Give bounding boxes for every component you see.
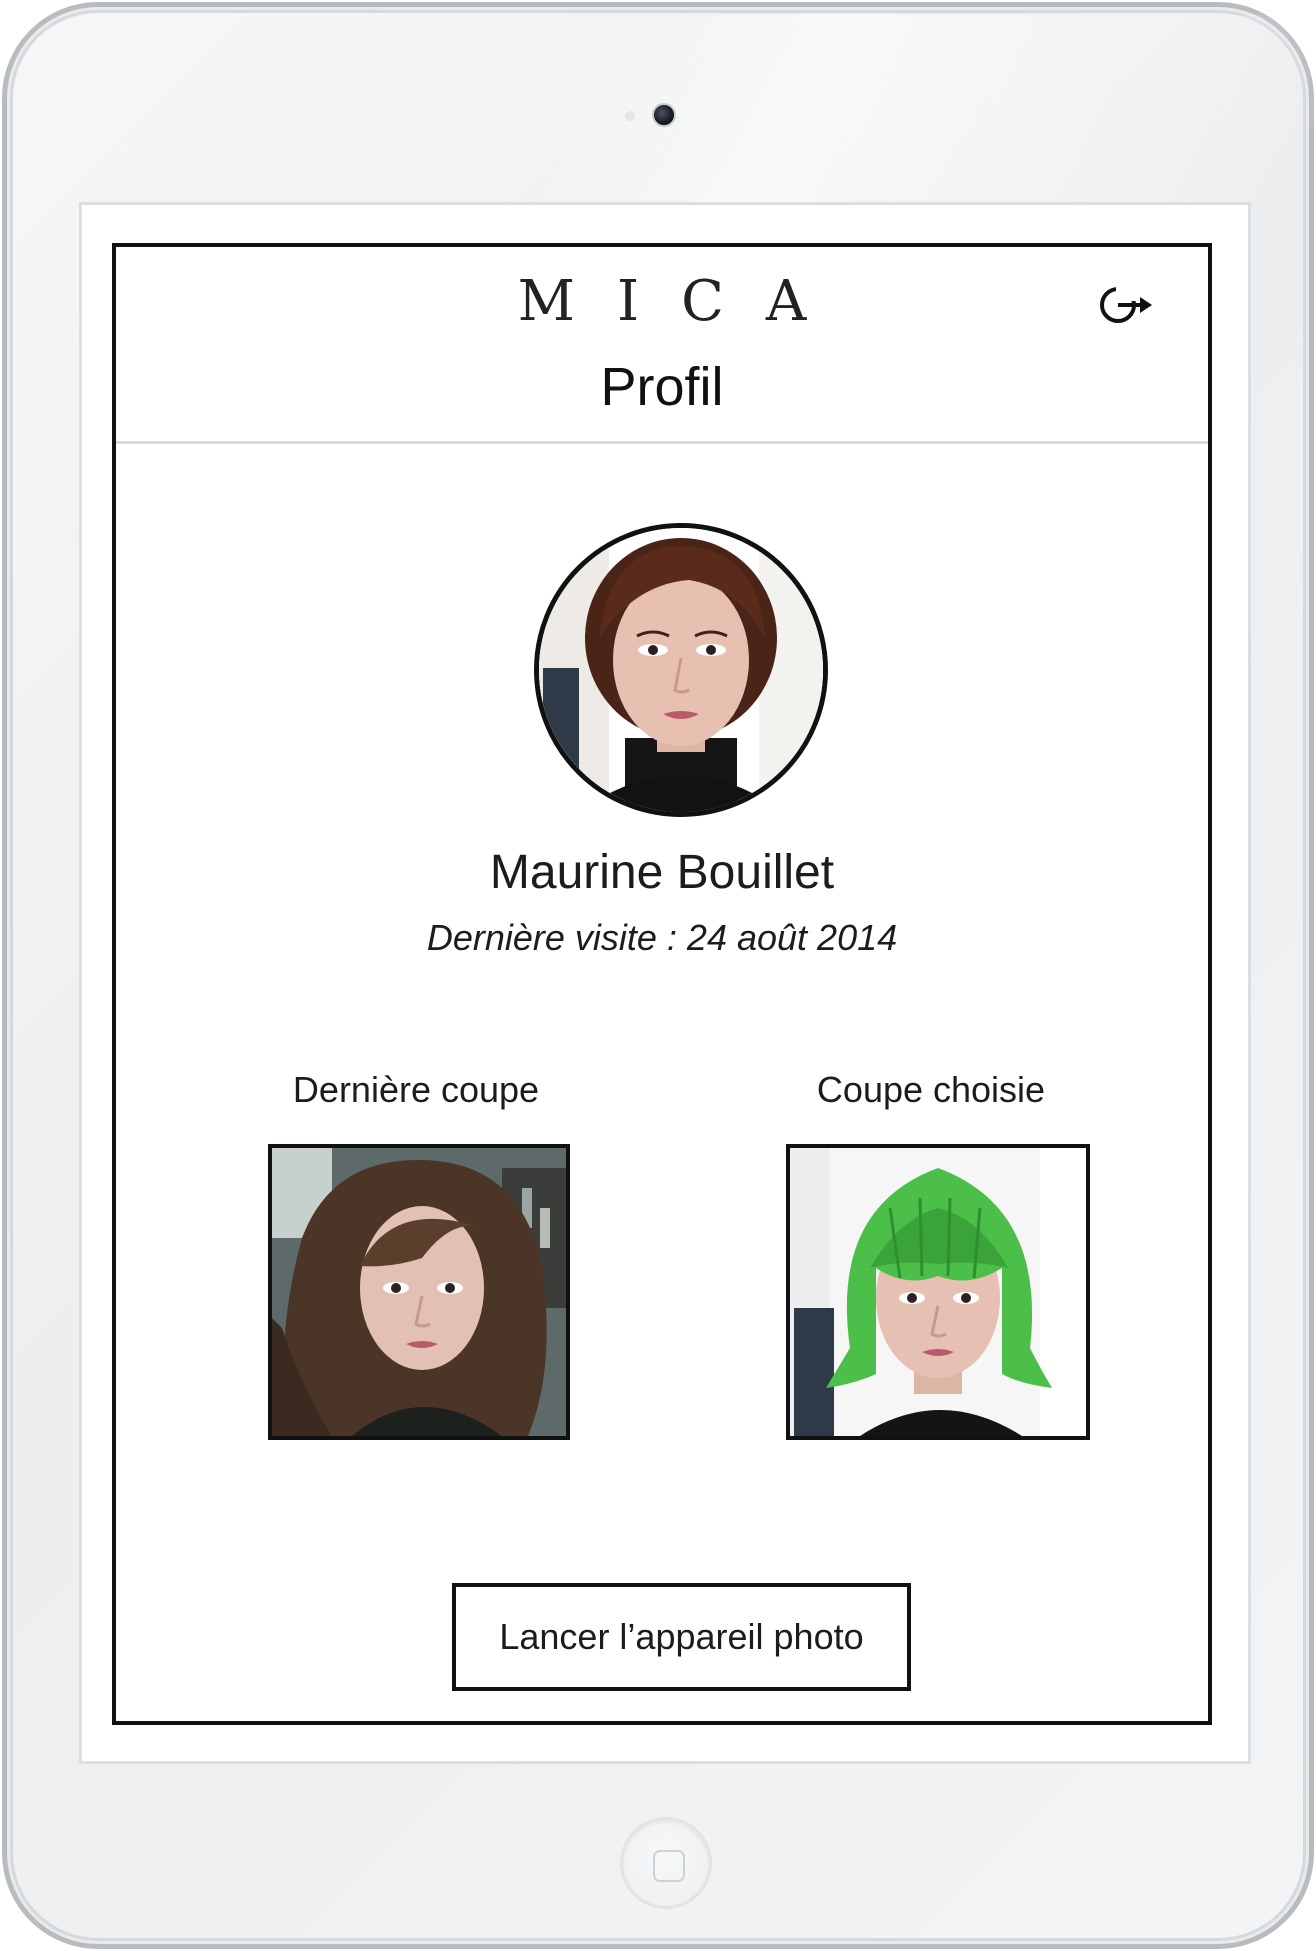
last-haircut-photo[interactable] (268, 1144, 570, 1440)
light-sensor (625, 111, 635, 121)
chosen-haircut-label: Coupe choisie (816, 1069, 1046, 1110)
chosen-haircut-image (790, 1148, 1086, 1436)
logout-icon[interactable] (1096, 283, 1156, 327)
profile-photo (539, 528, 823, 812)
tablet-frame: MICA Profil Maurine Bouillet Dernière vi… (2, 2, 1316, 1949)
avatar (534, 523, 828, 817)
last-haircut-image (272, 1148, 566, 1436)
header-divider (116, 441, 1208, 444)
profile-screen: MICA Profil Maurine Bouillet Dernière vi… (112, 243, 1212, 1725)
home-button[interactable] (620, 1817, 712, 1909)
page-title: Profil (600, 357, 724, 417)
tablet-screen: MICA Profil Maurine Bouillet Dernière vi… (79, 202, 1251, 1764)
last-haircut-label: Dernière coupe (292, 1069, 540, 1110)
front-camera (652, 103, 676, 127)
chosen-haircut-photo[interactable] (786, 1144, 1090, 1440)
launch-camera-button[interactable]: Lancer l’appareil photo (452, 1583, 911, 1691)
last-visit-date: Dernière visite : 24 août 2014 (426, 917, 898, 958)
home-square-icon (653, 1850, 685, 1882)
app-logo: MICA (517, 269, 849, 334)
frame-reflection (516, 15, 1316, 205)
user-name: Maurine Bouillet (489, 846, 835, 899)
